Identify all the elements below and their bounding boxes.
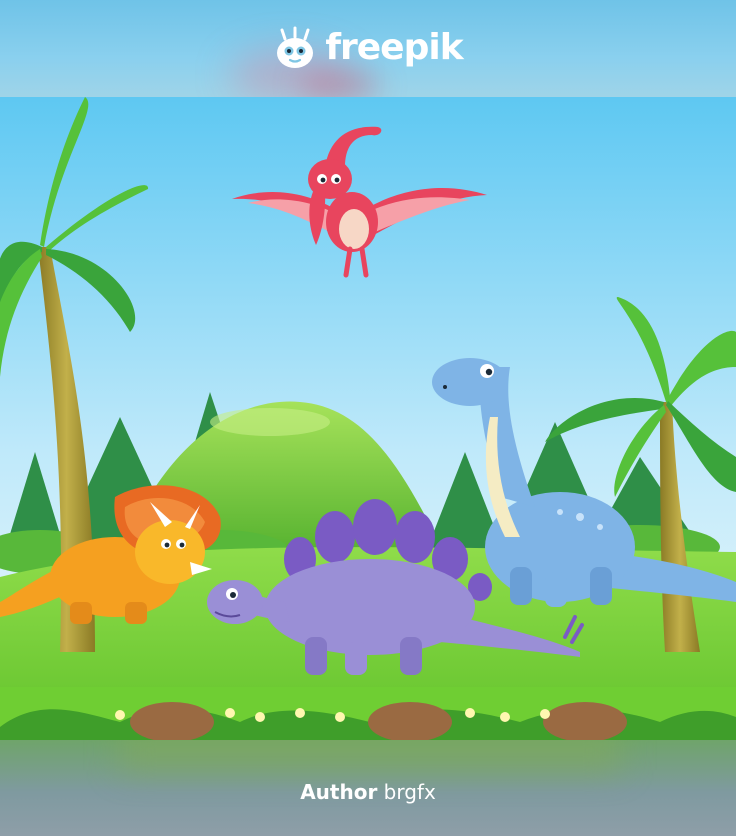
- author-label: Author: [300, 780, 378, 804]
- freepik-logo-icon: [277, 26, 314, 68]
- brand-logo[interactable]: freepik: [0, 24, 736, 72]
- author-credit[interactable]: Author brgfx: [0, 778, 736, 806]
- dinosaur-illustration: [0, 97, 736, 740]
- illustration-canvas: [0, 97, 736, 740]
- brand-name: freepik: [325, 27, 463, 68]
- author-name: brgfx: [383, 780, 436, 804]
- image-viewer: freepik Author brgfx: [0, 0, 736, 836]
- header-bar: freepik: [0, 0, 736, 97]
